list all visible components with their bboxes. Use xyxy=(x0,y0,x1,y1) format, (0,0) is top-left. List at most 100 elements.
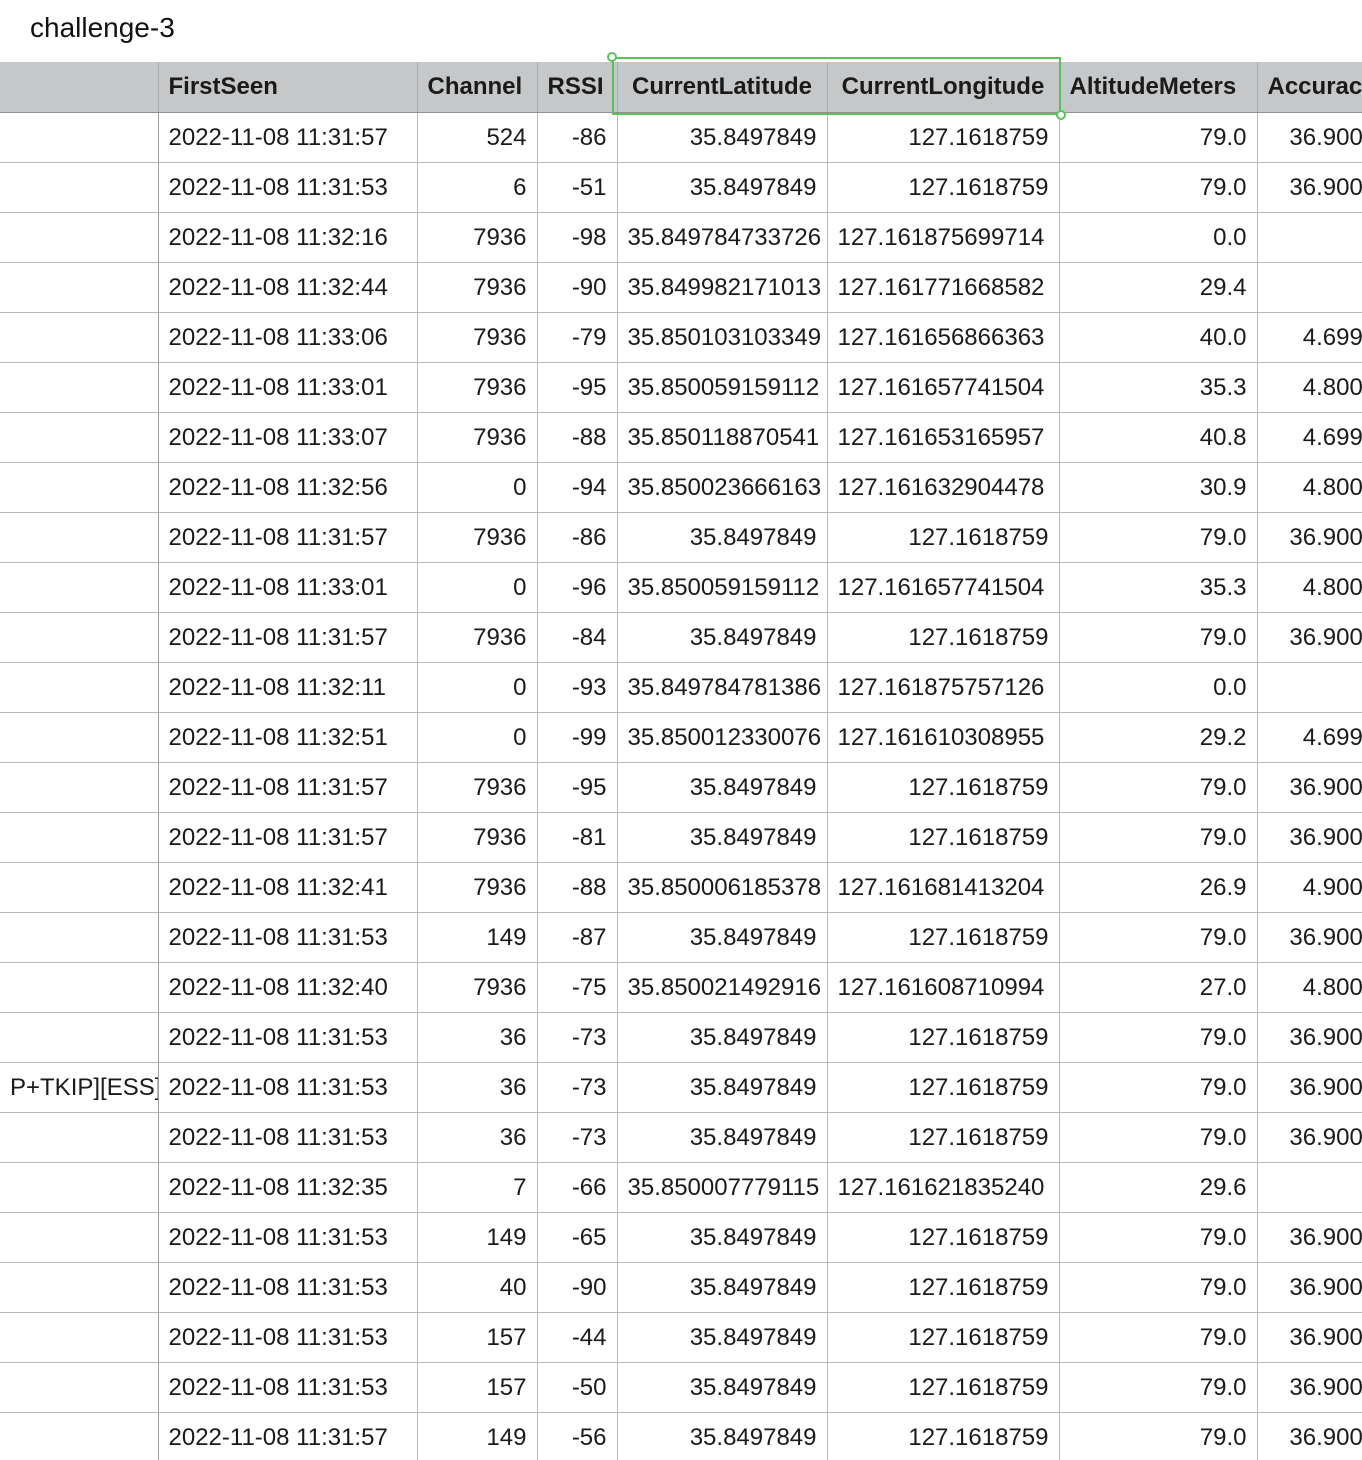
cell-channel[interactable]: 7936 xyxy=(417,412,538,463)
cell-channel[interactable]: 7 xyxy=(417,1162,538,1213)
cell-accuracy[interactable] xyxy=(1257,212,1362,263)
cell-accuracy[interactable]: 4.90000 xyxy=(1257,862,1362,913)
cell-rssi[interactable]: -88 xyxy=(537,862,618,913)
cell-encryption[interactable] xyxy=(0,762,159,813)
column-header-firstseen[interactable]: FirstSeen xyxy=(158,62,418,113)
cell-channel[interactable]: 7936 xyxy=(417,812,538,863)
cell-encryption[interactable] xyxy=(0,612,159,663)
cell-altitude-meters[interactable]: 26.9 xyxy=(1059,862,1258,913)
column-header-current-longitude[interactable]: CurrentLongitude xyxy=(827,62,1060,113)
cell-current-latitude[interactable]: 35.8497849 xyxy=(617,1362,828,1413)
cell-accuracy[interactable]: 36.90000 xyxy=(1257,1012,1362,1063)
cell-firstseen[interactable]: 2022-11-08 11:31:53 xyxy=(158,1112,418,1163)
cell-firstseen[interactable]: 2022-11-08 11:32:11 xyxy=(158,662,418,713)
cell-current-latitude[interactable]: 35.8497849 xyxy=(617,1012,828,1063)
cell-current-latitude[interactable]: 35.8497849 xyxy=(617,762,828,813)
cell-current-latitude[interactable]: 35.8497849 xyxy=(617,1112,828,1163)
cell-encryption[interactable] xyxy=(0,262,159,313)
cell-channel[interactable]: 524 xyxy=(417,112,538,163)
cell-encryption[interactable] xyxy=(0,462,159,513)
cell-encryption[interactable] xyxy=(0,1312,159,1363)
cell-accuracy[interactable]: 4.69999 xyxy=(1257,312,1362,363)
cell-altitude-meters[interactable]: 79.0 xyxy=(1059,1262,1258,1313)
cell-current-longitude[interactable]: 127.161653165957 xyxy=(827,412,1060,463)
cell-current-longitude[interactable]: 127.1618759 xyxy=(827,1312,1060,1363)
cell-rssi[interactable]: -75 xyxy=(537,962,618,1013)
cell-accuracy[interactable]: 4.69999 xyxy=(1257,412,1362,463)
cell-current-latitude[interactable]: 35.850021492916 xyxy=(617,962,828,1013)
cell-encryption[interactable] xyxy=(0,1362,159,1413)
cell-encryption[interactable] xyxy=(0,1212,159,1263)
cell-accuracy[interactable] xyxy=(1257,1162,1362,1213)
cell-channel[interactable]: 7936 xyxy=(417,762,538,813)
cell-rssi[interactable]: -51 xyxy=(537,162,618,213)
cell-accuracy[interactable]: 36.90000 xyxy=(1257,812,1362,863)
cell-accuracy[interactable]: 36.90000 xyxy=(1257,1112,1362,1163)
cell-firstseen[interactable]: 2022-11-08 11:32:35 xyxy=(158,1162,418,1213)
cell-firstseen[interactable]: 2022-11-08 11:33:07 xyxy=(158,412,418,463)
cell-altitude-meters[interactable]: 0.0 xyxy=(1059,662,1258,713)
cell-accuracy[interactable]: 36.90000 xyxy=(1257,762,1362,813)
cell-current-longitude[interactable]: 127.1618759 xyxy=(827,1062,1060,1113)
cell-altitude-meters[interactable]: 79.0 xyxy=(1059,1312,1258,1363)
cell-channel[interactable]: 7936 xyxy=(417,962,538,1013)
cell-channel[interactable]: 36 xyxy=(417,1062,538,1113)
cell-altitude-meters[interactable]: 29.4 xyxy=(1059,262,1258,313)
cell-firstseen[interactable]: 2022-11-08 11:31:57 xyxy=(158,612,418,663)
cell-current-longitude[interactable]: 127.161657741504 xyxy=(827,562,1060,613)
cell-current-latitude[interactable]: 35.8497849 xyxy=(617,1062,828,1113)
cell-channel[interactable]: 0 xyxy=(417,562,538,613)
cell-current-longitude[interactable]: 127.161875699714 xyxy=(827,212,1060,263)
cell-current-latitude[interactable]: 35.850103103349 xyxy=(617,312,828,363)
cell-encryption[interactable] xyxy=(0,1162,159,1213)
cell-current-longitude[interactable]: 127.161657741504 xyxy=(827,362,1060,413)
cell-current-latitude[interactable]: 35.8497849 xyxy=(617,1312,828,1363)
cell-current-latitude[interactable]: 35.850006185378 xyxy=(617,862,828,913)
cell-altitude-meters[interactable]: 35.3 xyxy=(1059,362,1258,413)
cell-channel[interactable]: 7936 xyxy=(417,612,538,663)
cell-firstseen[interactable]: 2022-11-08 11:31:57 xyxy=(158,112,418,163)
cell-current-latitude[interactable]: 35.849982171013 xyxy=(617,262,828,313)
cell-altitude-meters[interactable]: 79.0 xyxy=(1059,1412,1258,1460)
cell-firstseen[interactable]: 2022-11-08 11:33:01 xyxy=(158,362,418,413)
cell-current-longitude[interactable]: 127.1618759 xyxy=(827,1262,1060,1313)
cell-firstseen[interactable]: 2022-11-08 11:31:53 xyxy=(158,1312,418,1363)
cell-firstseen[interactable]: 2022-11-08 11:31:57 xyxy=(158,512,418,563)
cell-accuracy[interactable]: 4.80000 xyxy=(1257,962,1362,1013)
cell-encryption[interactable] xyxy=(0,312,159,363)
cell-current-latitude[interactable]: 35.8497849 xyxy=(617,812,828,863)
cell-current-longitude[interactable]: 127.1618759 xyxy=(827,1362,1060,1413)
cell-rssi[interactable]: -84 xyxy=(537,612,618,663)
cell-firstseen[interactable]: 2022-11-08 11:32:40 xyxy=(158,962,418,1013)
cell-encryption[interactable] xyxy=(0,1012,159,1063)
cell-rssi[interactable]: -99 xyxy=(537,712,618,763)
cell-encryption[interactable] xyxy=(0,362,159,413)
cell-current-longitude[interactable]: 127.1618759 xyxy=(827,762,1060,813)
selection-handle-top-left[interactable] xyxy=(607,52,617,62)
cell-channel[interactable]: 6 xyxy=(417,162,538,213)
cell-altitude-meters[interactable]: 79.0 xyxy=(1059,1112,1258,1163)
cell-rssi[interactable]: -50 xyxy=(537,1362,618,1413)
cell-current-latitude[interactable]: 35.850007779115 xyxy=(617,1162,828,1213)
cell-rssi[interactable]: -98 xyxy=(537,212,618,263)
column-header-rssi[interactable]: RSSI xyxy=(537,62,618,113)
cell-encryption[interactable] xyxy=(0,862,159,913)
column-header-altitude-meters[interactable]: AltitudeMeters xyxy=(1059,62,1258,113)
cell-accuracy[interactable]: 4.69999 xyxy=(1257,712,1362,763)
cell-accuracy[interactable]: 36.90000 xyxy=(1257,612,1362,663)
cell-current-longitude[interactable]: 127.161610308955 xyxy=(827,712,1060,763)
cell-rssi[interactable]: -81 xyxy=(537,812,618,863)
cell-encryption[interactable] xyxy=(0,512,159,563)
cell-rssi[interactable]: -96 xyxy=(537,562,618,613)
cell-accuracy[interactable]: 4.80000 xyxy=(1257,562,1362,613)
cell-encryption[interactable] xyxy=(0,812,159,863)
cell-current-longitude[interactable]: 127.1618759 xyxy=(827,512,1060,563)
cell-current-latitude[interactable]: 35.850118870541 xyxy=(617,412,828,463)
cell-current-latitude[interactable]: 35.8497849 xyxy=(617,612,828,663)
cell-accuracy[interactable] xyxy=(1257,262,1362,313)
cell-accuracy[interactable]: 36.90000 xyxy=(1257,1062,1362,1113)
column-header-channel[interactable]: Channel xyxy=(417,62,538,113)
cell-altitude-meters[interactable]: 30.9 xyxy=(1059,462,1258,513)
cell-rssi[interactable]: -87 xyxy=(537,912,618,963)
cell-accuracy[interactable]: 36.90000 xyxy=(1257,1362,1362,1413)
